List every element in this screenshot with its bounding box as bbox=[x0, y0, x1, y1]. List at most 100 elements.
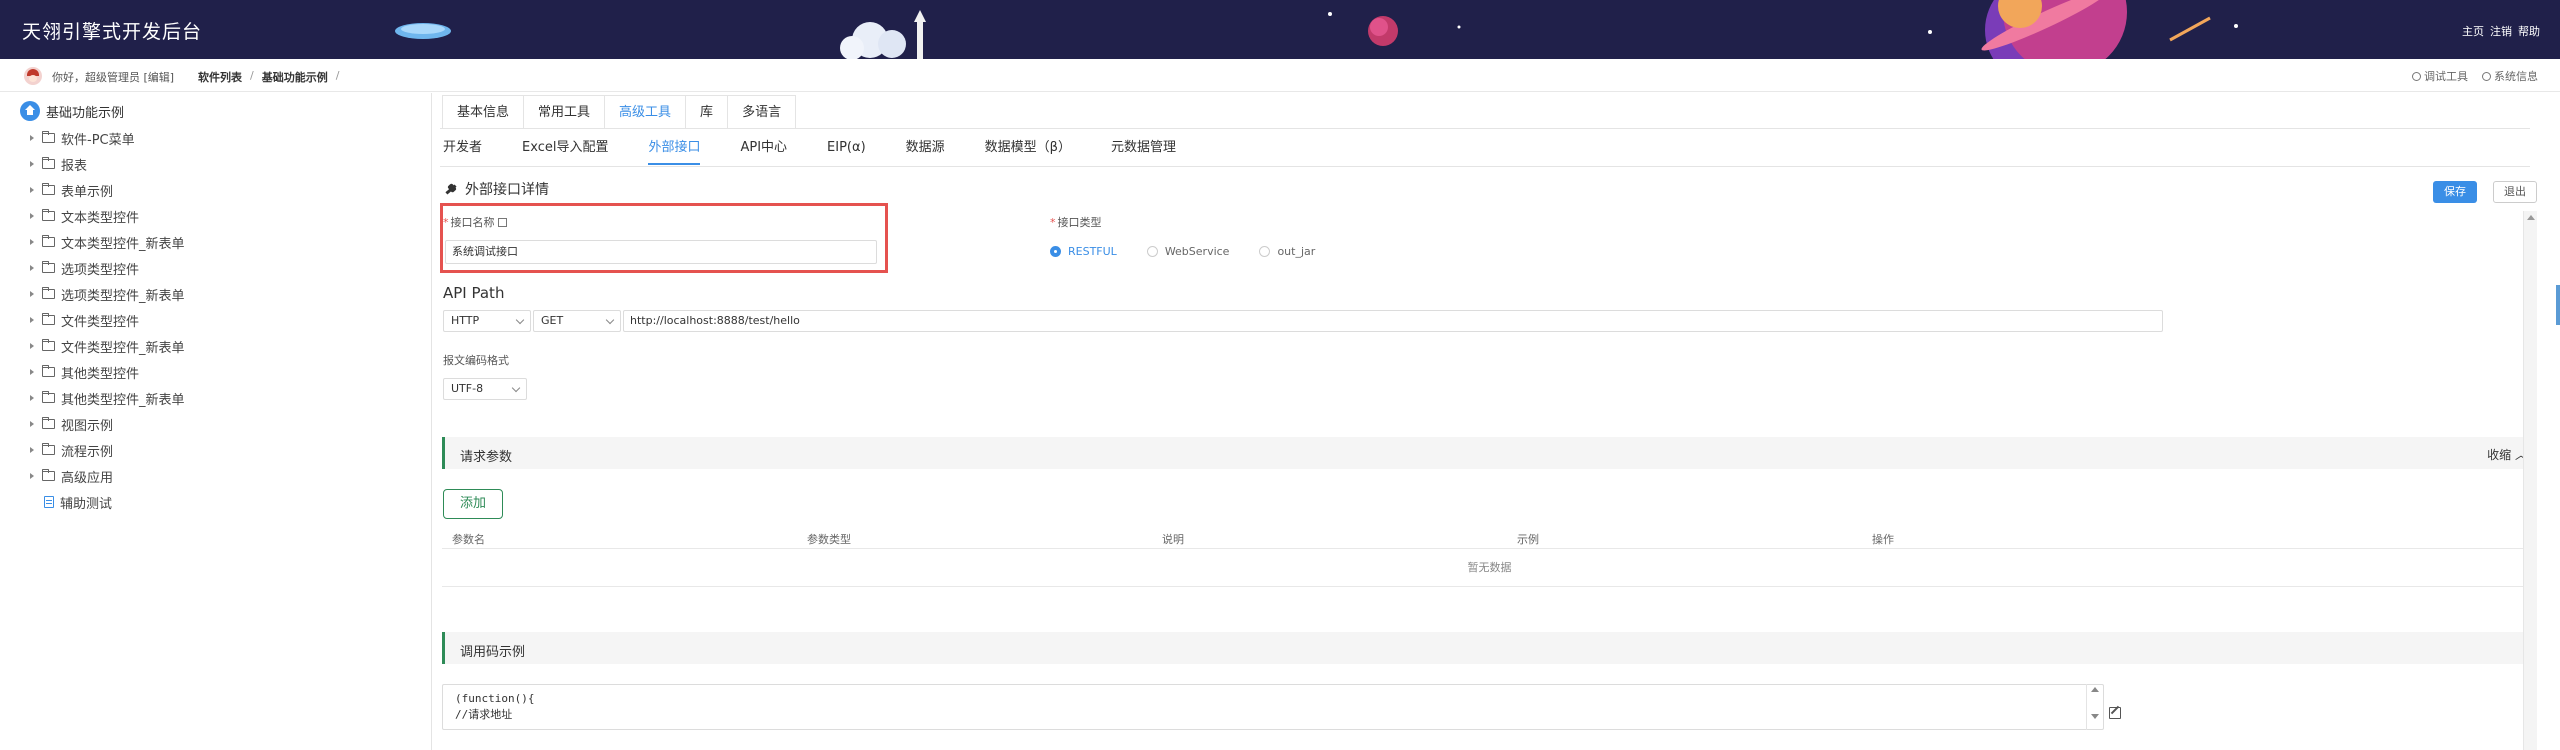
caret-right-icon[interactable] bbox=[28, 290, 36, 298]
caret-right-icon[interactable] bbox=[28, 134, 36, 142]
tree-item-form-demo[interactable]: 表单示例 bbox=[28, 177, 185, 203]
tree-item-option-controls-new[interactable]: 选项类型控件_新表单 bbox=[28, 281, 185, 307]
sidebar: 基础功能示例 软件-PC菜单 报表 表单示例 文本类型控件 文本类型控件_新表单… bbox=[0, 93, 432, 750]
tab-external-interface[interactable]: 外部接口 bbox=[648, 133, 701, 165]
folder-icon bbox=[42, 235, 55, 247]
edit-icon[interactable] bbox=[2109, 707, 2121, 719]
breadcrumb: 软件列表 / 基础功能示例 / bbox=[198, 69, 339, 85]
caret-right-icon[interactable] bbox=[28, 186, 36, 194]
user-greeting[interactable]: 你好，超级管理员 [编辑] bbox=[52, 69, 174, 85]
interface-name-input[interactable]: 系统调试接口 bbox=[445, 240, 877, 264]
copy-icon[interactable] bbox=[497, 218, 507, 227]
caret-right-icon[interactable] bbox=[28, 394, 36, 402]
caret-right-icon[interactable] bbox=[28, 264, 36, 272]
tree-item-label: 报表 bbox=[61, 158, 88, 174]
request-params-title: 请求参数 bbox=[460, 450, 513, 465]
caret-right-icon[interactable] bbox=[28, 368, 36, 376]
breadcrumb-software-list[interactable]: 软件列表 bbox=[198, 69, 242, 85]
method-select[interactable]: GET bbox=[533, 310, 621, 332]
home-link[interactable]: 主页 bbox=[2462, 23, 2484, 39]
help-link[interactable]: 帮助 bbox=[2518, 23, 2540, 39]
tree-item-other-controls-new[interactable]: 其他类型控件_新表单 bbox=[28, 385, 185, 411]
document-icon bbox=[44, 496, 54, 508]
tree-item-file-controls[interactable]: 文件类型控件 bbox=[28, 307, 185, 333]
tab-developer[interactable]: 开发者 bbox=[443, 133, 482, 165]
tree-item-advanced[interactable]: 高级应用 bbox=[28, 463, 185, 489]
code-textarea[interactable]: (function(){ //请求地址 bbox=[442, 684, 2104, 730]
tree-item-report[interactable]: 报表 bbox=[28, 151, 185, 177]
logout-link[interactable]: 注销 bbox=[2490, 23, 2512, 39]
url-input[interactable]: http://localhost:8888/test/hello bbox=[623, 310, 2163, 332]
add-param-button[interactable]: 添加 bbox=[443, 489, 503, 519]
caret-right-icon[interactable] bbox=[28, 238, 36, 246]
tree-item-file-controls-new[interactable]: 文件类型控件_新表单 bbox=[28, 333, 185, 359]
interface-type-label: * 接口类型 bbox=[1050, 216, 1102, 229]
tree-item-label: 文件类型控件 bbox=[61, 314, 140, 330]
page-scrollbar-thumb[interactable] bbox=[2556, 285, 2560, 325]
tab-api-center[interactable]: API中心 bbox=[740, 133, 787, 165]
breadcrumb-basic-demo[interactable]: 基础功能示例 bbox=[262, 69, 328, 85]
tree-item-flow-demo[interactable]: 流程示例 bbox=[28, 437, 185, 463]
exit-button[interactable]: 退出 bbox=[2493, 181, 2537, 203]
folder-icon bbox=[42, 417, 55, 429]
caret-right-icon[interactable] bbox=[28, 420, 36, 428]
tree-item-aux-test[interactable]: 辅助测试 bbox=[28, 489, 185, 515]
caret-right-icon[interactable] bbox=[28, 472, 36, 480]
tree-root[interactable]: 基础功能示例 bbox=[20, 101, 124, 121]
breadcrumb-separator: / bbox=[250, 69, 254, 82]
params-table-header: 参数名 参数类型 说明 示例 操作 bbox=[442, 525, 2537, 549]
encoding-select[interactable]: UTF-8 bbox=[443, 378, 527, 400]
folder-icon bbox=[42, 183, 55, 195]
debug-tool-label: 调试工具 bbox=[2424, 70, 2468, 83]
tab-advanced-tools[interactable]: 高级工具 bbox=[605, 96, 687, 129]
tree-item-text-controls[interactable]: 文本类型控件 bbox=[28, 203, 185, 229]
system-info-link[interactable]: 系统信息 bbox=[2482, 68, 2538, 84]
breadcrumb-bar: 你好，超级管理员 [编辑] 软件列表 / 基础功能示例 / 调试工具 系统信息 bbox=[0, 59, 2560, 92]
caret-right-icon[interactable] bbox=[28, 446, 36, 454]
avatar[interactable] bbox=[24, 67, 42, 85]
chevron-down-icon bbox=[515, 315, 525, 325]
caret-right-icon[interactable] bbox=[28, 316, 36, 324]
tab-library[interactable]: 库 bbox=[686, 96, 729, 129]
tree-item-other-controls[interactable]: 其他类型控件 bbox=[28, 359, 185, 385]
folder-icon bbox=[42, 469, 55, 481]
tree-root-label: 基础功能示例 bbox=[46, 105, 125, 121]
folder-icon bbox=[42, 261, 55, 273]
chevron-down-icon bbox=[511, 383, 521, 393]
arrow-up-icon[interactable] bbox=[2091, 687, 2099, 692]
radio-restful[interactable]: RESTFUL bbox=[1050, 245, 1117, 258]
tree-item-text-controls-new[interactable]: 文本类型控件_新表单 bbox=[28, 229, 185, 255]
code-scrollbar[interactable] bbox=[2086, 684, 2102, 730]
tab-metadata[interactable]: 元数据管理 bbox=[1111, 133, 1176, 165]
tree-item-label: 其他类型控件_新表单 bbox=[61, 392, 185, 408]
protocol-select[interactable]: HTTP bbox=[443, 310, 531, 332]
topbar-tools: 调试工具 系统信息 bbox=[2412, 68, 2538, 84]
main-scrollbar[interactable] bbox=[2523, 211, 2537, 750]
tab-excel-import[interactable]: Excel导入配置 bbox=[522, 133, 608, 165]
tree-item-label: 高级应用 bbox=[61, 470, 114, 486]
caret-right-icon[interactable] bbox=[28, 342, 36, 350]
tab-data-model[interactable]: 数据模型（β） bbox=[985, 133, 1071, 165]
tab-basic-info[interactable]: 基本信息 bbox=[443, 96, 525, 129]
radio-out-jar[interactable]: out_jar bbox=[1259, 245, 1315, 258]
tab-datasource[interactable]: 数据源 bbox=[906, 133, 945, 165]
radio-dot-icon bbox=[1146, 246, 1158, 257]
save-button[interactable]: 保存 bbox=[2433, 181, 2477, 203]
caret-right-icon[interactable] bbox=[28, 160, 36, 168]
api-path-heading: API Path bbox=[443, 284, 505, 302]
radio-webservice[interactable]: WebService bbox=[1146, 245, 1229, 258]
arrow-down-icon[interactable] bbox=[2091, 714, 2099, 719]
arrow-up-icon[interactable] bbox=[2527, 215, 2535, 220]
tree-item-label: 文本类型控件 bbox=[61, 210, 140, 226]
app-header: 天翎引擎式开发后台 主页 注销 帮助 bbox=[0, 0, 2560, 59]
debug-tool-link[interactable]: 调试工具 bbox=[2412, 68, 2468, 84]
page-title-text: 外部接口详情 bbox=[465, 182, 549, 198]
collapse-toggle[interactable]: 收缩 ︿ bbox=[2487, 446, 2527, 463]
tab-common-tools[interactable]: 常用工具 bbox=[524, 96, 606, 129]
tree-item-option-controls[interactable]: 选项类型控件 bbox=[28, 255, 185, 281]
tab-eip[interactable]: EIP(α) bbox=[827, 133, 866, 165]
caret-right-icon[interactable] bbox=[28, 212, 36, 220]
tab-multilang[interactable]: 多语言 bbox=[728, 96, 795, 129]
tree-item-view-demo[interactable]: 视图示例 bbox=[28, 411, 185, 437]
tree-item-pc-menu[interactable]: 软件-PC菜单 bbox=[28, 125, 185, 151]
